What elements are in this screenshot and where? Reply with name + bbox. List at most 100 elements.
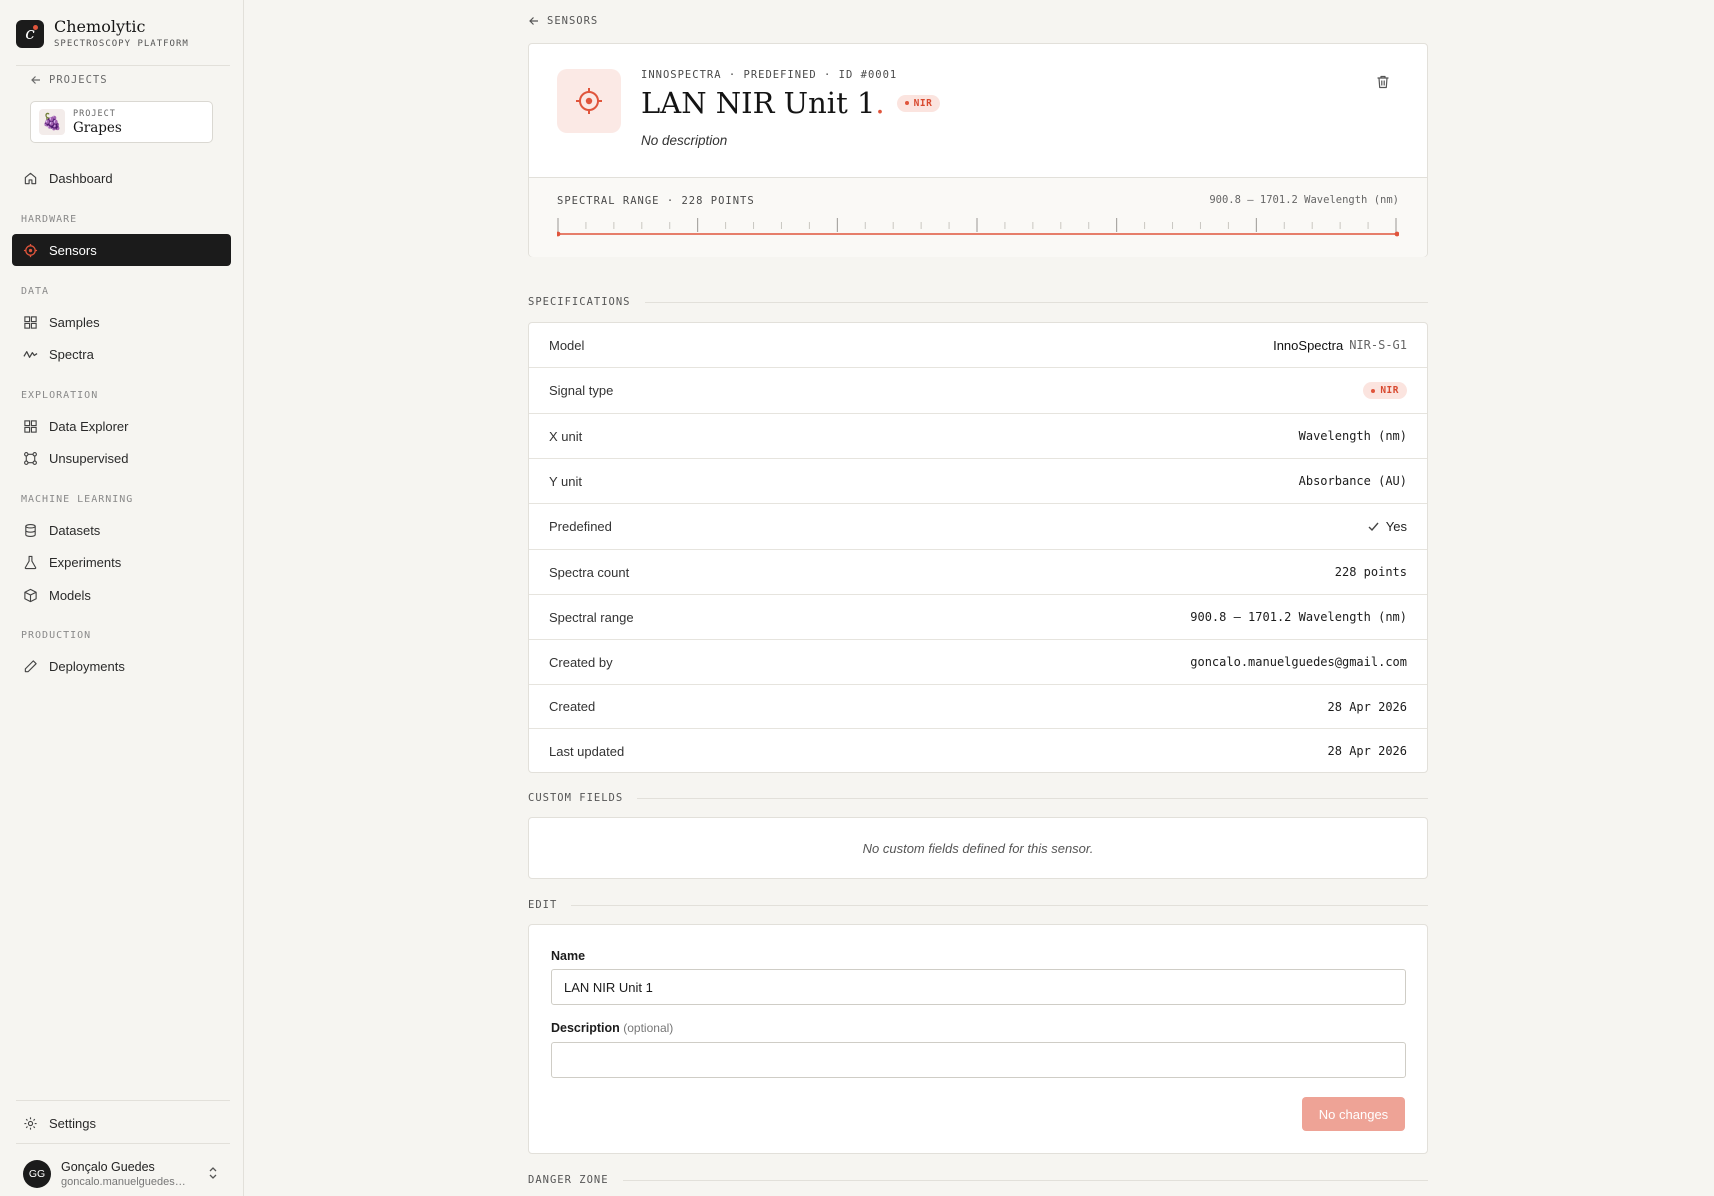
sidebar-item-data-explorer[interactable]: Data Explorer [12, 410, 231, 442]
waveform-icon [23, 350, 38, 358]
spec-row-y-unit: Y unit Absorbance (AU) [529, 459, 1427, 504]
project-name: Grapes [73, 119, 122, 136]
trash-icon[interactable] [1375, 74, 1391, 90]
spectral-range-ruler [557, 218, 1399, 237]
sidebar-divider [16, 1100, 230, 1101]
spec-value: 28 Apr 2026 [1327, 699, 1407, 714]
nav-section-machine-learning: MACHINE LEARNING [21, 494, 134, 505]
pencil-icon [24, 659, 37, 672]
flask-icon [24, 555, 37, 569]
page-title: LAN NIR Unit 1. [641, 86, 885, 120]
sensor-target-icon [557, 69, 621, 133]
spec-value: Absorbance (AU) [1298, 474, 1407, 488]
target-icon [23, 243, 38, 257]
save-button[interactable]: No changes [1302, 1097, 1405, 1131]
nav-section-production: PRODUCTION [21, 630, 92, 641]
badge-label: NIR [913, 97, 933, 109]
danger-zone-heading: DANGER ZONE [528, 1174, 1428, 1186]
spec-row-x-unit: X unit Wavelength (nm) [529, 414, 1427, 459]
sensor-meta: INNOSPECTRA · PREDEFINED · ID #0001 [641, 69, 898, 81]
spec-value: Yes [1367, 519, 1407, 534]
spec-label: Y unit [549, 473, 583, 489]
sidebar-item-label: Settings [49, 1115, 96, 1131]
signal-badge: NIR [1363, 382, 1407, 399]
spec-row-spectral-range: Spectral range 900.8 – 1701.2 Wavelength… [529, 595, 1427, 640]
sensor-title-row: LAN NIR Unit 1. NIR [641, 86, 941, 120]
description-label: Description (optional) [551, 1021, 673, 1035]
home-icon [24, 172, 37, 184]
custom-fields-card: No custom fields defined for this sensor… [528, 817, 1428, 879]
gear-icon [24, 1116, 37, 1130]
arrow-left-icon [529, 17, 538, 25]
nav-section-hardware: HARDWARE [21, 214, 78, 225]
sidebar-item-models[interactable]: Models [12, 579, 231, 611]
user-menu[interactable]: GG Gonçalo Guedes goncalo.manuelguedes@g… [12, 1156, 231, 1192]
spectral-range-value: 900.8 – 1701.2 Wavelength (nm) [1209, 194, 1399, 206]
sidebar-item-experiments[interactable]: Experiments [12, 546, 231, 578]
back-label: PROJECTS [49, 74, 108, 86]
specifications-heading: SPECIFICATIONS [528, 296, 1428, 308]
sidebar-item-label: Experiments [49, 554, 122, 570]
name-label: Name [551, 949, 586, 963]
sidebar-item-sensors[interactable]: Sensors [12, 234, 231, 266]
spec-label: Spectra count [549, 564, 630, 580]
brand-logo-icon: c [16, 19, 44, 48]
arrow-left-icon [31, 76, 40, 84]
spec-row-created-by: Created by goncalo.manuelguedes@gmail.co… [529, 640, 1427, 685]
sidebar-item-label: Datasets [49, 522, 101, 538]
spec-value: InnoSpectra NIR-S-G1 [1273, 338, 1407, 353]
brand[interactable]: c Chemolytic SPECTROSCOPY PLATFORM [16, 18, 189, 49]
spec-row-created: Created 28 Apr 2026 [529, 685, 1427, 729]
grid-icon [24, 315, 37, 329]
sidebar-item-dashboard[interactable]: Dashboard [12, 162, 231, 194]
section-title: CUSTOM FIELDS [528, 792, 624, 804]
spec-label: Model [549, 337, 585, 353]
specifications-table: Model InnoSpectra NIR-S-G1 Signal type NI… [528, 322, 1428, 773]
spec-row-last-updated: Last updated 28 Apr 2026 [529, 729, 1427, 773]
breadcrumb[interactable]: SENSORS [528, 15, 598, 27]
sidebar-item-spectra[interactable]: Spectra [12, 338, 231, 370]
range-end-marker [1394, 231, 1399, 237]
spec-row-model: Model InnoSpectra NIR-S-G1 [529, 323, 1427, 368]
sidebar-item-label: Data Explorer [49, 418, 129, 434]
back-to-projects-link[interactable]: PROJECTS [30, 74, 108, 86]
edit-heading: EDIT [528, 899, 1428, 911]
sidebar-item-unsupervised[interactable]: Unsupervised [12, 442, 231, 474]
predefined-value: Yes [1385, 519, 1407, 534]
sidebar-item-label: Models [49, 587, 91, 603]
sidebar-item-label: Dashboard [49, 170, 113, 186]
sidebar-item-samples[interactable]: Samples [12, 306, 231, 338]
spec-value: 228 points [1334, 565, 1407, 579]
range-start-marker [557, 231, 561, 237]
grapes-icon: 🍇 [39, 109, 65, 135]
project-switcher[interactable]: 🍇 PROJECT Grapes [30, 101, 213, 143]
name-input[interactable] [551, 969, 1406, 1005]
spec-label: Spectral range [549, 609, 634, 625]
sidebar-item-label: Samples [49, 314, 100, 330]
spec-label: Created by [549, 654, 613, 670]
badge-label: NIR [1380, 385, 1399, 396]
sidebar-item-datasets[interactable]: Datasets [12, 514, 231, 546]
spec-value: Wavelength (nm) [1298, 429, 1407, 443]
check-icon [1368, 522, 1379, 532]
spectral-range-label: SPECTRAL RANGE · 228 POINTS [557, 195, 755, 207]
custom-fields-heading: CUSTOM FIELDS [528, 792, 1428, 804]
sidebar-item-settings[interactable]: Settings [12, 1107, 231, 1139]
sensor-description: No description [641, 133, 728, 148]
spec-row-spectra-count: Spectra count 228 points [529, 550, 1427, 595]
description-input[interactable] [551, 1042, 1406, 1078]
title-accent-dot: . [875, 86, 885, 120]
sidebar-item-deployments[interactable]: Deployments [12, 650, 231, 682]
custom-fields-empty: No custom fields defined for this sensor… [862, 840, 1094, 856]
nav-section-exploration: EXPLORATION [21, 390, 99, 401]
cube-icon [24, 588, 37, 602]
breadcrumb-label: SENSORS [547, 15, 599, 27]
nav-section-data: DATA [21, 286, 50, 297]
avatar: GG [23, 1160, 51, 1188]
database-icon [25, 523, 36, 537]
user-email: goncalo.manuelguedes@gmail.com [61, 1176, 189, 1188]
brand-name: Chemolytic [54, 17, 146, 36]
optional-hint: (optional) [623, 1021, 674, 1035]
sidebar-divider [16, 1143, 230, 1144]
spec-value: 900.8 – 1701.2 Wavelength (nm) [1190, 610, 1407, 624]
